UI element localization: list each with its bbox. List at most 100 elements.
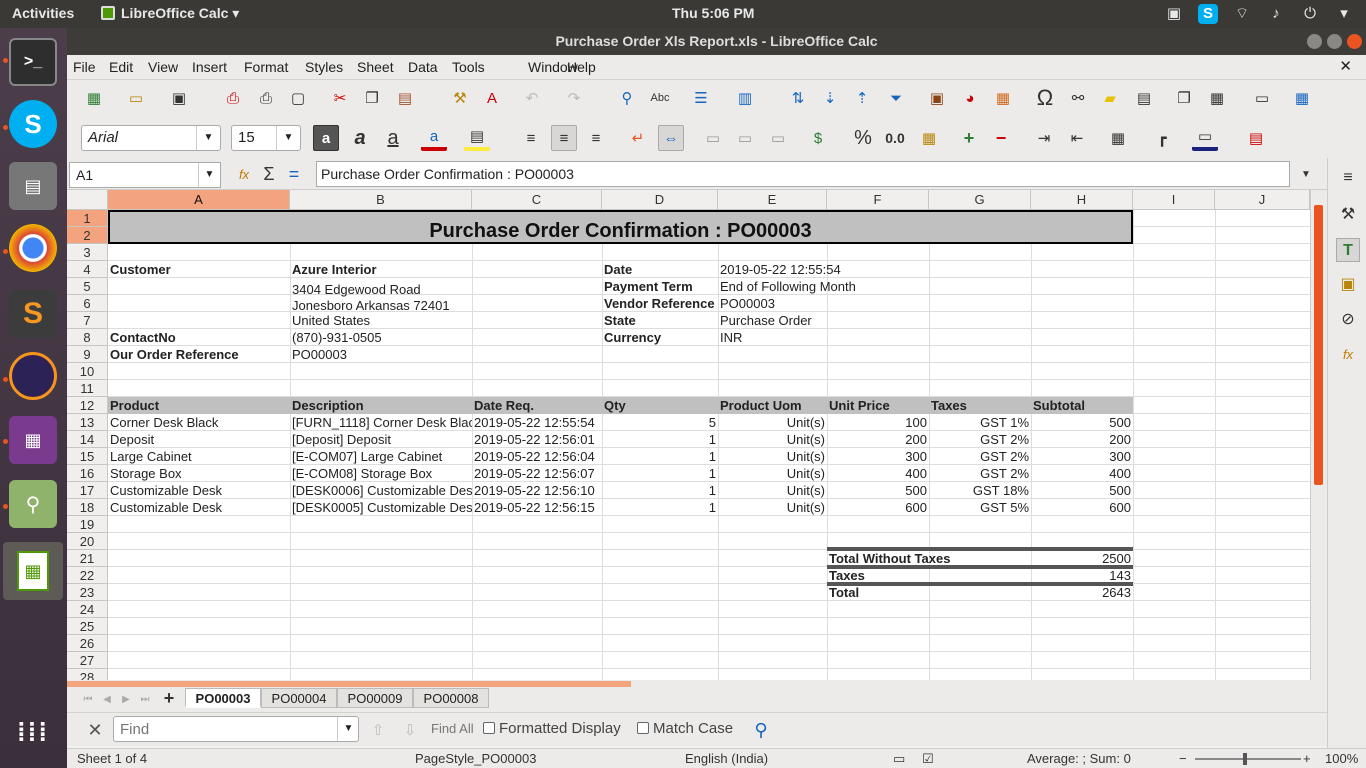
info-value[interactable]: 3404 Edgewood Road bbox=[290, 281, 472, 298]
table-cell-sub[interactable]: 400 bbox=[1031, 465, 1133, 482]
column-header[interactable]: G bbox=[929, 190, 1031, 210]
column-header[interactable]: F bbox=[827, 190, 929, 210]
report-title[interactable]: Purchase Order Confirmation : PO00003 bbox=[108, 210, 1133, 244]
header-footer-icon[interactable]: ▤ bbox=[1131, 85, 1157, 111]
table-cell-sub[interactable]: 300 bbox=[1031, 448, 1133, 465]
find-next-icon[interactable]: ⇩ bbox=[397, 717, 423, 743]
table-header-cell[interactable]: Description bbox=[290, 397, 472, 414]
zoom-out-icon[interactable]: − bbox=[1179, 751, 1187, 766]
row-header[interactable]: 6 bbox=[67, 295, 108, 312]
border-style-icon[interactable]: ┏ bbox=[1149, 125, 1175, 151]
border-color-icon[interactable]: ▭ bbox=[1192, 125, 1218, 151]
file-manager-icon[interactable]: ▤ bbox=[9, 162, 57, 210]
spelling-icon[interactable]: Abc bbox=[647, 85, 673, 111]
table-cell-price[interactable]: 600 bbox=[827, 499, 929, 516]
table-header-cell[interactable]: Taxes bbox=[929, 397, 1031, 414]
date-format-icon[interactable]: ▦ bbox=[916, 125, 942, 151]
column-header[interactable]: I bbox=[1133, 190, 1215, 210]
table-header-cell[interactable]: Qty bbox=[602, 397, 718, 414]
media-app-icon[interactable]: ▦ bbox=[9, 416, 57, 464]
row-header[interactable]: 2 bbox=[67, 227, 108, 244]
find-replace-icon[interactable]: ⚲ bbox=[748, 717, 774, 743]
camera-icon[interactable]: ▣ bbox=[1164, 4, 1184, 24]
menu-view[interactable]: View bbox=[148, 59, 178, 75]
new-document-icon[interactable]: ▦ bbox=[81, 85, 107, 111]
table-cell-price[interactable]: 400 bbox=[827, 465, 929, 482]
table-cell-qty[interactable]: 1 bbox=[602, 448, 718, 465]
align-center-icon[interactable]: ≡ bbox=[551, 125, 577, 151]
info-value[interactable]: PO00003 bbox=[718, 295, 929, 312]
column-header[interactable]: C bbox=[472, 190, 602, 210]
print-icon[interactable]: ⎙ bbox=[253, 85, 279, 111]
decrease-indent-icon[interactable]: ⇤ bbox=[1064, 125, 1090, 151]
table-cell-product[interactable]: Large Cabinet bbox=[108, 448, 290, 465]
align-left-icon[interactable]: ≡ bbox=[518, 125, 544, 151]
table-cell-date[interactable]: 2019-05-22 12:56:07 bbox=[472, 465, 602, 482]
table-cell-tax[interactable]: GST 2% bbox=[929, 431, 1031, 448]
table-cell-desc[interactable]: [DESK0005] Customizable Desk bbox=[290, 499, 472, 516]
info-label[interactable]: Customer bbox=[108, 261, 290, 278]
table-cell-sub[interactable]: 200 bbox=[1031, 431, 1133, 448]
table-cell-uom[interactable]: Unit(s) bbox=[718, 448, 827, 465]
table-cell-desc[interactable]: [E-COM07] Large Cabinet bbox=[290, 448, 472, 465]
insert-image-icon[interactable]: ▣ bbox=[924, 85, 950, 111]
total-value[interactable]: 2643 bbox=[1031, 584, 1133, 601]
row-header[interactable]: 4 bbox=[67, 261, 108, 278]
info-label[interactable]: Date bbox=[602, 261, 718, 278]
column-header[interactable]: D bbox=[602, 190, 718, 210]
row-header[interactable]: 26 bbox=[67, 635, 108, 652]
language[interactable]: English (India) bbox=[685, 751, 768, 766]
underline-icon[interactable]: a bbox=[380, 125, 406, 151]
menu-edit[interactable]: Edit bbox=[109, 59, 133, 75]
find-all-button[interactable]: Find All bbox=[431, 721, 474, 736]
properties-icon[interactable]: ⚒ bbox=[1336, 203, 1360, 227]
sheet-tab[interactable]: PO00003 bbox=[185, 688, 261, 708]
table-cell-uom[interactable]: Unit(s) bbox=[718, 414, 827, 431]
sum-icon[interactable]: Σ bbox=[256, 161, 282, 187]
italic-icon[interactable]: a bbox=[347, 125, 373, 151]
table-cell-desc[interactable]: [Deposit] Deposit bbox=[290, 431, 472, 448]
table-cell-date[interactable]: 2019-05-22 12:56:01 bbox=[472, 431, 602, 448]
table-cell-qty[interactable]: 1 bbox=[602, 431, 718, 448]
skype-tray-icon[interactable]: S bbox=[1198, 4, 1218, 24]
paste-icon[interactable]: ▤ bbox=[392, 85, 418, 111]
gallery-icon[interactable]: ▣ bbox=[1336, 273, 1360, 297]
increase-indent-icon[interactable]: ⇥ bbox=[1031, 125, 1057, 151]
total-label[interactable]: Taxes bbox=[827, 567, 1031, 584]
table-cell-desc[interactable]: [DESK0006] Customizable Desk bbox=[290, 482, 472, 499]
sheet-position[interactable]: Sheet 1 of 4 bbox=[77, 751, 147, 766]
table-cell-uom[interactable]: Unit(s) bbox=[718, 499, 827, 516]
redo-icon[interactable]: ↷ bbox=[561, 85, 587, 111]
terminal-icon[interactable]: >_ bbox=[9, 38, 57, 86]
table-cell-date[interactable]: 2019-05-22 12:55:54 bbox=[472, 414, 602, 431]
align-right-icon[interactable]: ≡ bbox=[583, 125, 609, 151]
chevron-down-icon[interactable]: ▼ bbox=[198, 163, 220, 187]
bold-icon[interactable]: a bbox=[313, 125, 339, 151]
row-header[interactable]: 23 bbox=[67, 584, 108, 601]
info-label[interactable]: Payment Term bbox=[602, 278, 718, 295]
zoom-slider-handle[interactable] bbox=[1243, 753, 1247, 765]
row-header[interactable]: 10 bbox=[67, 363, 108, 380]
table-cell-tax[interactable]: GST 18% bbox=[929, 482, 1031, 499]
borders-icon[interactable]: ▦ bbox=[1105, 125, 1131, 151]
clear-formatting-icon[interactable]: A bbox=[479, 85, 505, 111]
print-preview-icon[interactable]: ▢ bbox=[285, 85, 311, 111]
table-header-cell[interactable]: Product Uom bbox=[718, 397, 827, 414]
align-top-icon[interactable]: ▭ bbox=[700, 125, 726, 151]
chevron-down-icon[interactable]: ▼ bbox=[276, 126, 300, 150]
column-icon[interactable]: ▥ bbox=[732, 85, 758, 111]
row-header[interactable]: 14 bbox=[67, 431, 108, 448]
table-cell-qty[interactable]: 1 bbox=[602, 482, 718, 499]
font-name-box[interactable]: Arial ▼ bbox=[81, 125, 221, 151]
chevron-down-icon[interactable]: ▾ bbox=[1334, 4, 1354, 24]
wifi-icon[interactable]: ⌔ bbox=[1232, 4, 1252, 24]
row-header[interactable]: 1 bbox=[67, 210, 108, 227]
table-cell-qty[interactable]: 5 bbox=[602, 414, 718, 431]
selection-mode-icon[interactable]: ▭ bbox=[893, 751, 905, 767]
expand-formula-bar-icon[interactable]: ▼ bbox=[1293, 161, 1319, 187]
last-sheet-icon[interactable]: ⏭ bbox=[132, 686, 158, 712]
table-cell-price[interactable]: 100 bbox=[827, 414, 929, 431]
eclipse-icon[interactable] bbox=[9, 352, 57, 400]
menu-help[interactable]: Help bbox=[567, 59, 596, 75]
table-header-cell[interactable]: Date Req. bbox=[472, 397, 602, 414]
